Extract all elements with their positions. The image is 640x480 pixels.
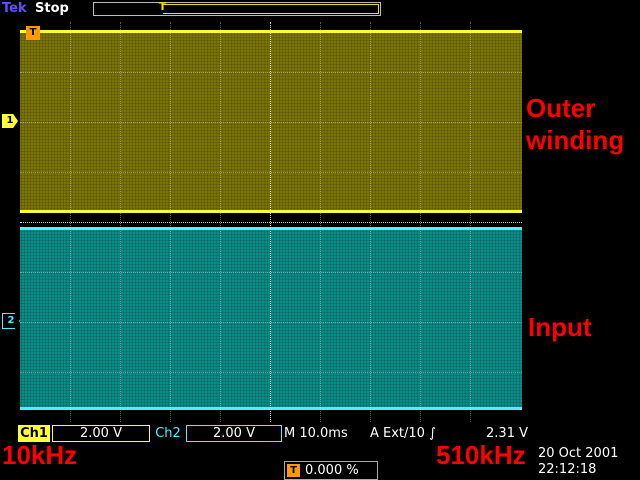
trigger-level-readout[interactable]: 2.31 V (472, 425, 528, 442)
ch2-ground-marker[interactable]: 2 (2, 313, 20, 329)
acquisition-status: Stop (35, 1, 69, 16)
trigger-position-icon[interactable]: T (158, 0, 167, 14)
ch2-scale[interactable]: 2.00 V (186, 425, 282, 442)
ch1-scale[interactable]: 2.00 V (52, 425, 150, 442)
trigger-offset-readout[interactable]: T 0.000 % (284, 461, 378, 480)
trigger-offset-icon: T (287, 464, 300, 477)
time-readout: 22:12:18 (538, 462, 597, 477)
trigger-source-readout[interactable]: A Ext/10 ∫ (370, 425, 466, 442)
channel-readout-bar: Ch1 2.00 V Ch2 2.00 V M 10.0ms A Ext/10 … (18, 425, 528, 442)
annotation-outer-line1: Outer (526, 93, 596, 123)
timebase-readout[interactable]: M 10.0ms (284, 425, 362, 442)
trigger-offset-value: 0.000 % (305, 463, 359, 478)
annotation-outer-line2: winding (526, 125, 625, 155)
waveform-display (20, 22, 522, 422)
top-status-bar: Tek Stop T (0, 0, 640, 18)
annotation-end-frequency: 510kHz (436, 440, 526, 470)
brand-logo: Tek (2, 1, 27, 16)
graticule-center-horizontal (20, 222, 522, 224)
ch1-ground-marker[interactable]: 1 (2, 114, 18, 128)
date-readout: 20 Oct 2001 (538, 446, 619, 461)
annotation-input: Input (528, 312, 592, 342)
annotation-outer-winding: Outer winding (526, 92, 624, 156)
trigger-point-icon[interactable]: T (26, 26, 40, 40)
annotation-start-frequency: 10kHz (2, 440, 78, 470)
ch1-label[interactable]: Ch1 (18, 425, 50, 442)
record-view-window (163, 4, 379, 14)
ch2-label[interactable]: Ch2 (152, 425, 184, 442)
date-time-display: 20 Oct 2001 22:12:18 (538, 446, 618, 478)
